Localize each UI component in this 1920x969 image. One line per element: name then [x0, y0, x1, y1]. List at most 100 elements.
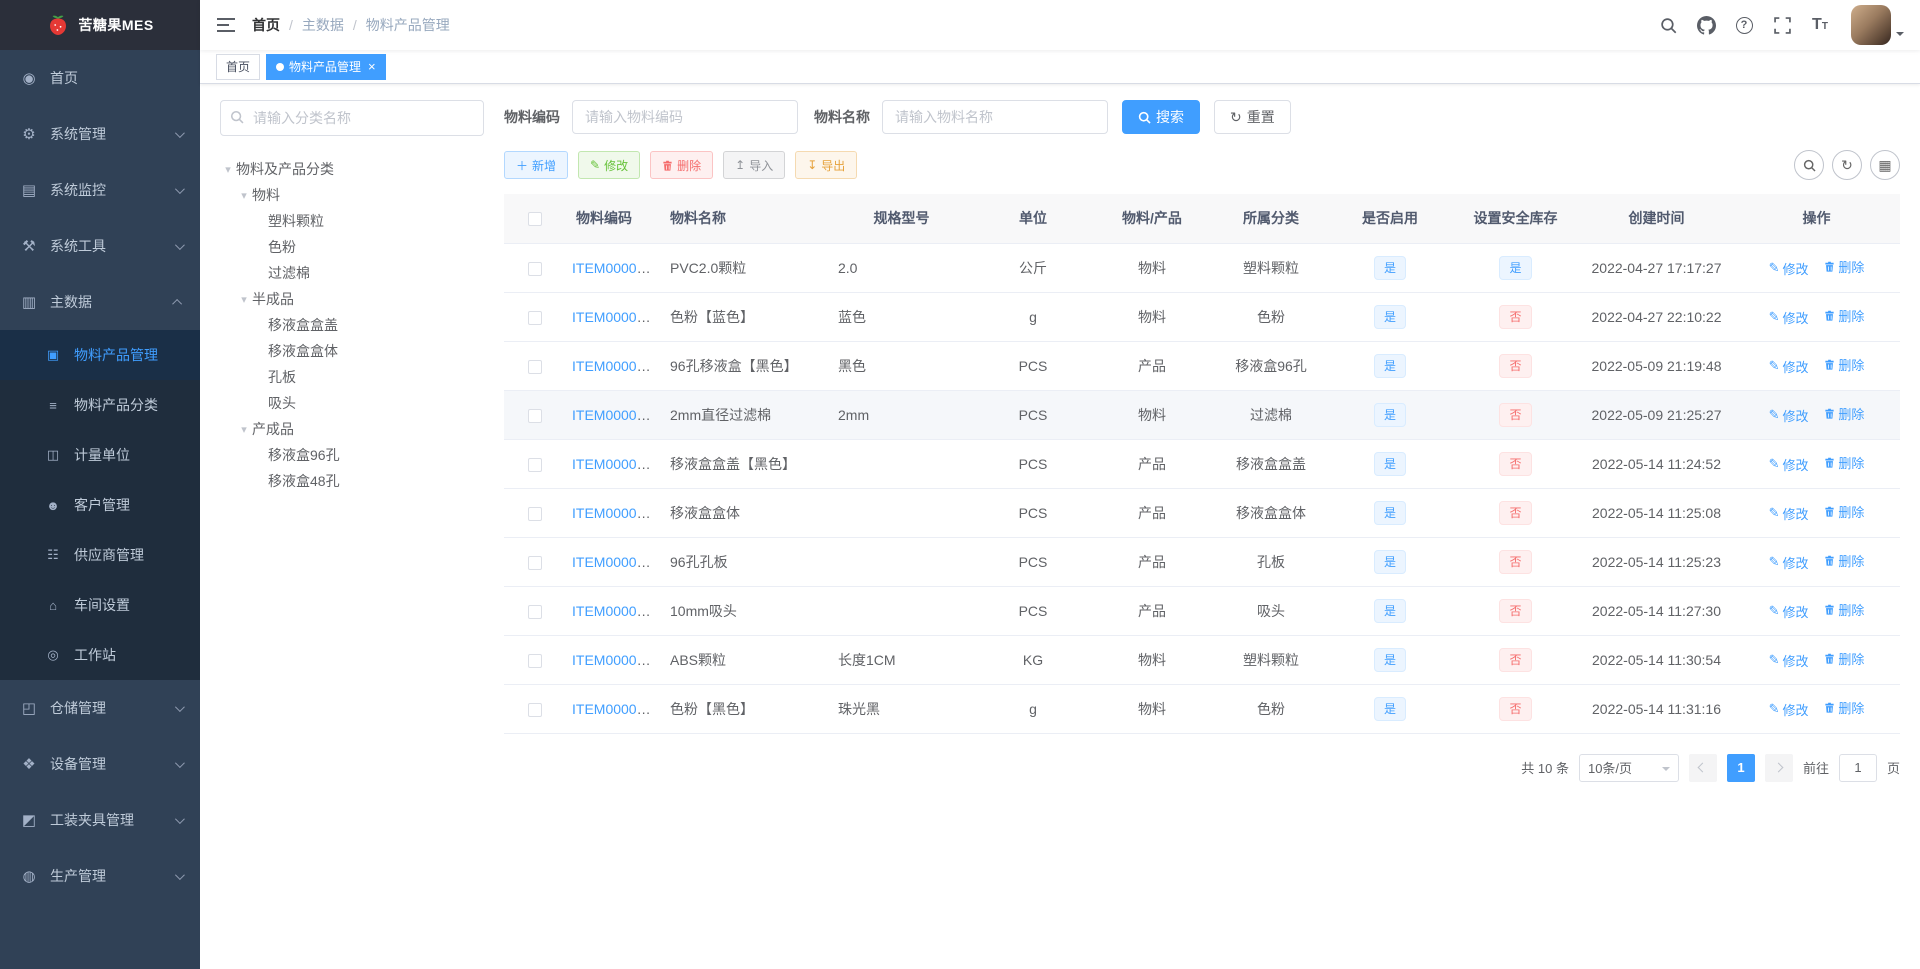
row-delete-button[interactable]: 删除: [1824, 649, 1864, 668]
breadcrumb-item[interactable]: / 物料产品管理: [344, 15, 450, 35]
row-edit-button[interactable]: ✎ 修改: [1769, 651, 1809, 670]
import-button[interactable]: ↥ 导入: [723, 151, 786, 179]
prev-page-button[interactable]: [1688, 753, 1717, 782]
tree-node[interactable]: ▾ 物料及产品分类: [220, 156, 484, 182]
row-checkbox[interactable]: [528, 702, 542, 717]
tree-node[interactable]: ▾ 色粉: [220, 234, 484, 260]
page-size-select[interactable]: 10条/页: [1578, 753, 1679, 782]
user-menu[interactable]: [1851, 5, 1904, 45]
material-code-link[interactable]: ITEM00000051: [572, 456, 660, 472]
row-checkbox[interactable]: [528, 261, 542, 276]
help-icon[interactable]: ?: [1733, 14, 1755, 36]
sidebar-menu-item[interactable]: ▤ 系统监控: [0, 162, 200, 218]
row-edit-button[interactable]: ✎ 修改: [1769, 308, 1809, 327]
avatar[interactable]: [1851, 5, 1891, 45]
row-checkbox[interactable]: [528, 310, 542, 325]
sidebar-menu-item[interactable]: ◉ 首页: [0, 50, 200, 106]
row-delete-button[interactable]: 删除: [1824, 257, 1864, 276]
row-delete-button[interactable]: 删除: [1824, 453, 1864, 472]
export-button[interactable]: ↧ 导出: [795, 151, 858, 179]
sidebar-menu-item[interactable]: ⚒ 系统工具: [0, 218, 200, 274]
columns-button[interactable]: ▦: [1870, 150, 1900, 180]
row-checkbox[interactable]: [528, 506, 542, 521]
tab-close-icon[interactable]: ×: [368, 60, 376, 73]
row-delete-button[interactable]: 删除: [1824, 355, 1864, 374]
row-edit-button[interactable]: ✎ 修改: [1769, 357, 1809, 376]
select-all-checkbox[interactable]: [528, 212, 542, 227]
row-delete-button[interactable]: 删除: [1824, 502, 1864, 521]
row-delete-button[interactable]: 删除: [1824, 600, 1864, 619]
font-size-icon[interactable]: TT: [1809, 14, 1831, 36]
tree-node[interactable]: ▾ 移液盒盒盖: [220, 312, 484, 338]
row-delete-button[interactable]: 删除: [1824, 698, 1864, 717]
next-page-button[interactable]: [1764, 753, 1793, 782]
github-icon[interactable]: [1695, 14, 1717, 36]
sidebar-menu-item[interactable]: ⌂ 车间设置: [0, 580, 200, 630]
header-search-icon[interactable]: [1657, 14, 1679, 36]
code-filter-input[interactable]: [572, 100, 798, 134]
delete-button[interactable]: 删除: [650, 151, 714, 179]
page-number-button[interactable]: 1: [1726, 753, 1755, 782]
row-delete-button[interactable]: 删除: [1824, 306, 1864, 325]
sidebar-menu-item[interactable]: ⚙ 系统管理: [0, 106, 200, 162]
row-edit-button[interactable]: ✎ 修改: [1769, 700, 1809, 719]
sidebar-menu-item[interactable]: ☷ 供应商管理: [0, 530, 200, 580]
toggle-search-button[interactable]: [1794, 150, 1824, 180]
breadcrumb-item[interactable]: / 首页: [252, 15, 280, 35]
sidebar-menu-item[interactable]: ☻ 客户管理: [0, 480, 200, 530]
row-checkbox[interactable]: [528, 555, 542, 570]
goto-page-input[interactable]: [1838, 753, 1877, 782]
material-code-link[interactable]: ITEM00000049: [572, 407, 660, 423]
sidebar-menu-item[interactable]: ◫ 计量单位: [0, 430, 200, 480]
material-code-link[interactable]: ITEM00000054: [572, 603, 660, 619]
reset-button[interactable]: ↻ 重置: [1214, 100, 1291, 134]
sidebar-menu-item[interactable]: ❖ 设备管理: [0, 736, 200, 792]
material-code-link[interactable]: ITEM00000053: [572, 554, 660, 570]
logo[interactable]: 苦糖果MES: [0, 0, 200, 50]
tree-node[interactable]: ▾ 物料: [220, 182, 484, 208]
row-edit-button[interactable]: ✎ 修改: [1769, 602, 1809, 621]
material-code-link[interactable]: ITEM00000052: [572, 505, 660, 521]
tree-node[interactable]: ▾ 过滤棉: [220, 260, 484, 286]
row-edit-button[interactable]: ✎ 修改: [1769, 455, 1809, 474]
edit-button[interactable]: ✎ 修改: [578, 151, 641, 179]
tree-node[interactable]: ▾ 产成品: [220, 416, 484, 442]
row-delete-button[interactable]: 删除: [1824, 551, 1864, 570]
material-code-link[interactable]: ITEM00000046: [572, 358, 660, 374]
tree-node[interactable]: ▾ 移液盒48孔: [220, 468, 484, 494]
tree-search-input[interactable]: [220, 100, 484, 136]
material-code-link[interactable]: ITEM00000041: [572, 309, 660, 325]
search-button[interactable]: 搜索: [1122, 100, 1200, 134]
material-code-link[interactable]: ITEM00000056: [572, 701, 660, 717]
row-delete-button[interactable]: 删除: [1824, 404, 1864, 423]
row-edit-button[interactable]: ✎ 修改: [1769, 504, 1809, 523]
breadcrumb-item[interactable]: / 主数据: [280, 15, 344, 35]
row-checkbox[interactable]: [528, 408, 542, 423]
tree-node[interactable]: ▾ 移液盒盒体: [220, 338, 484, 364]
row-checkbox[interactable]: [528, 653, 542, 668]
tree-node[interactable]: ▾ 移液盒96孔: [220, 442, 484, 468]
row-checkbox[interactable]: [528, 359, 542, 374]
fullscreen-icon[interactable]: [1771, 14, 1793, 36]
sidebar-menu-item[interactable]: ▣ 物料产品管理: [0, 330, 200, 380]
row-edit-button[interactable]: ✎ 修改: [1769, 406, 1809, 425]
tree-node[interactable]: ▾ 吸头: [220, 390, 484, 416]
tree-node[interactable]: ▾ 半成品: [220, 286, 484, 312]
tree-node[interactable]: ▾ 孔板: [220, 364, 484, 390]
sidebar-menu-item[interactable]: ≡ 物料产品分类: [0, 380, 200, 430]
material-code-link[interactable]: ITEM00000037: [572, 260, 660, 276]
sidebar-menu-item[interactable]: ◰ 仓储管理: [0, 680, 200, 736]
add-button[interactable]: ＋新增: [504, 151, 569, 179]
refresh-button[interactable]: ↻: [1832, 150, 1862, 180]
row-edit-button[interactable]: ✎ 修改: [1769, 259, 1809, 278]
row-checkbox[interactable]: [528, 604, 542, 619]
sidebar-menu-item[interactable]: ◎ 工作站: [0, 630, 200, 680]
hamburger-icon[interactable]: [216, 17, 236, 33]
sidebar-menu-item[interactable]: ◩ 工装夹具管理: [0, 792, 200, 848]
name-filter-input[interactable]: [882, 100, 1108, 134]
sidebar-menu-item[interactable]: ◍ 生产管理: [0, 848, 200, 904]
material-code-link[interactable]: ITEM00000055: [572, 652, 660, 668]
row-edit-button[interactable]: ✎ 修改: [1769, 553, 1809, 572]
tree-node[interactable]: ▾ 塑料颗粒: [220, 208, 484, 234]
tab[interactable]: 物料产品管理 ×: [266, 53, 386, 80]
